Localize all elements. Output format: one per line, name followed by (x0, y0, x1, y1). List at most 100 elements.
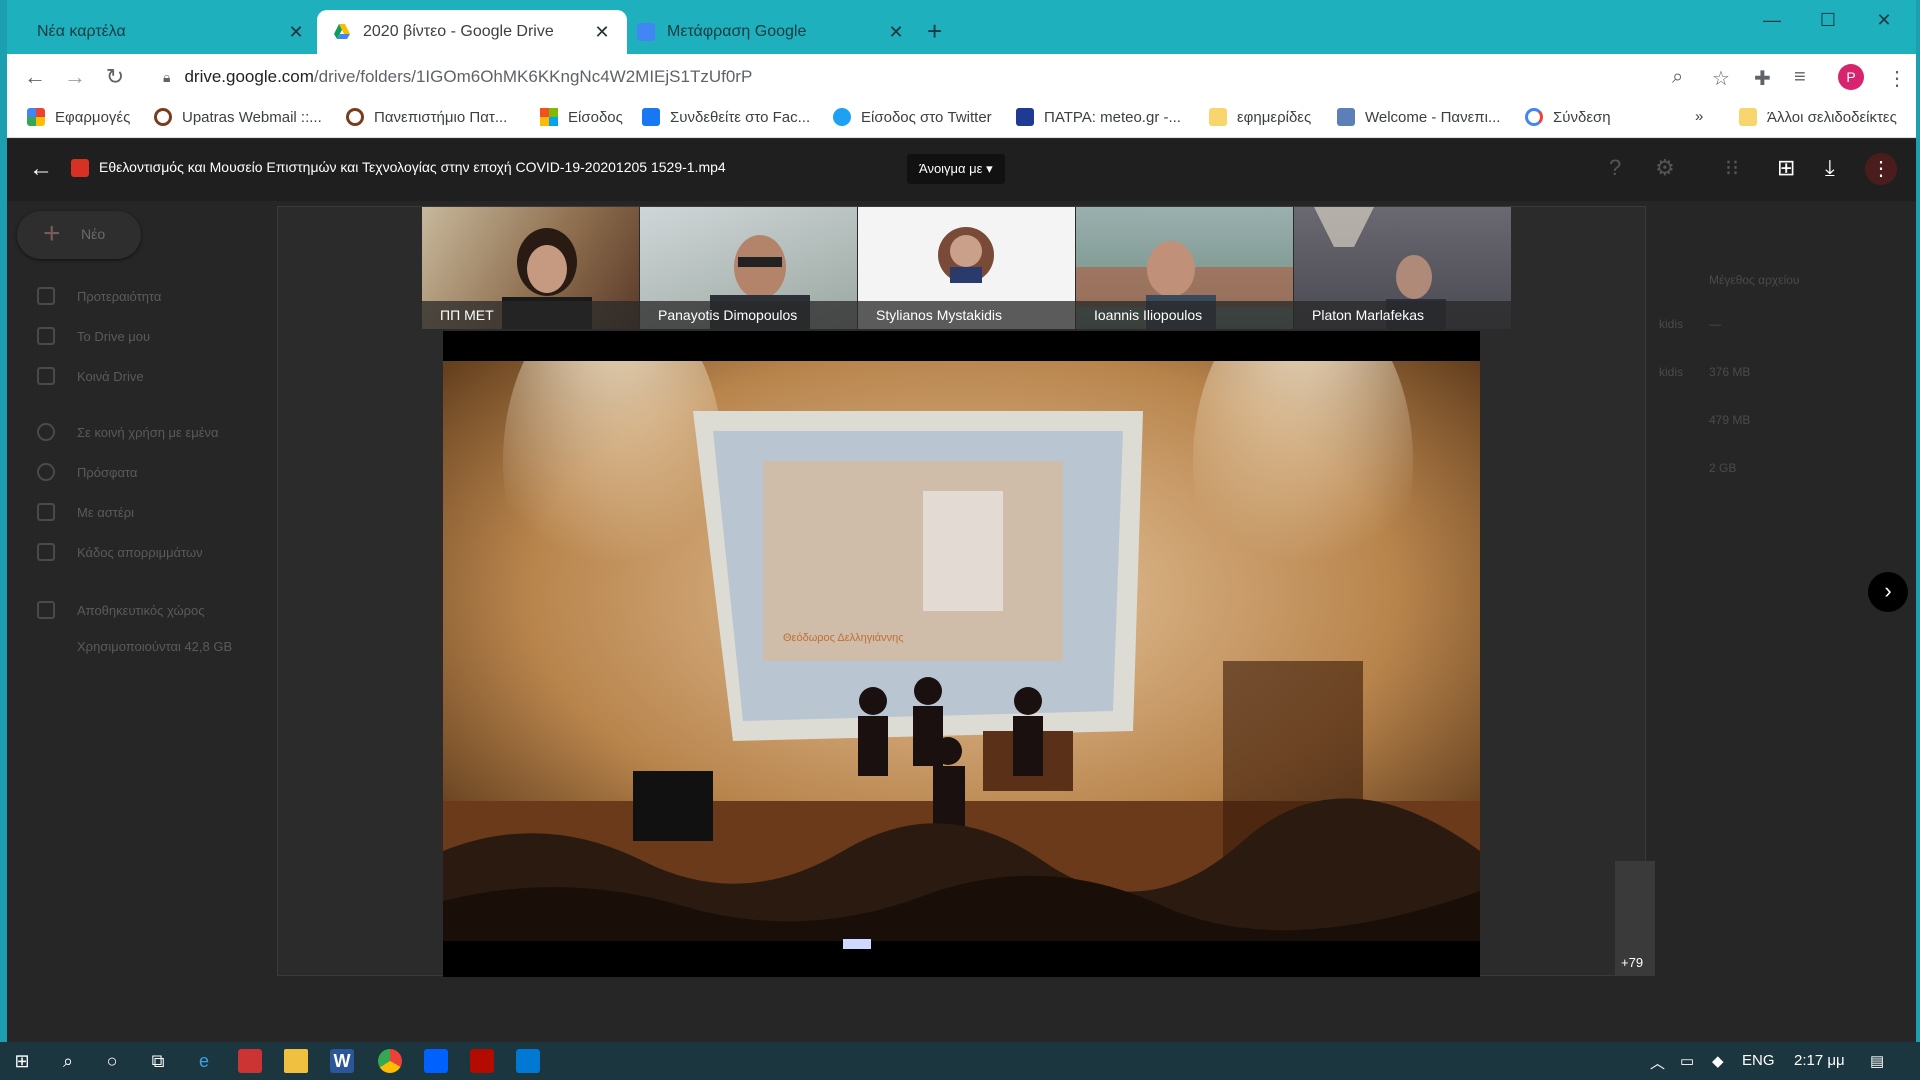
bookmark-google-signin[interactable]: Σύνδεση (1525, 108, 1611, 126)
storage-usage: Χρησιμοποιούνται 42,8 GB (77, 639, 233, 654)
close-window-button[interactable]: ✕ (1856, 0, 1912, 40)
windows-taskbar: ⊞ ⌕ ○ ⧉ e W ︿ ▭ ◆ ENG 2:17 μμ ▤ (0, 1042, 1920, 1080)
drive-sidebar: + Νέο Προτεραιότητα Το Drive μου Κοινά Dr… (7, 139, 247, 1042)
settings-icon[interactable]: ⚙ (1655, 155, 1675, 181)
microsoft-icon (540, 108, 558, 126)
bookmark-newspapers-folder[interactable]: εφημερίδες (1209, 108, 1311, 126)
next-file-button[interactable]: › (1868, 572, 1908, 612)
sidebar-item-starred[interactable]: Με αστέρι (77, 505, 134, 520)
concert-hall-scene: Θεόδωρος Δελληγιάννης (443, 331, 1480, 977)
windows-start-icon[interactable]: ⊞ (10, 1049, 34, 1073)
bookmark-apps[interactable]: Εφαρμογές (27, 108, 130, 126)
other-bookmarks[interactable]: Άλλοι σελιδοδείκτες (1739, 108, 1897, 126)
dropbox-tray-icon[interactable]: ◆ (1712, 1052, 1724, 1070)
main-video-stage: Θεόδωρος Δελληγιάννης (443, 331, 1480, 977)
welcome-icon (1337, 108, 1355, 126)
add-comment-icon[interactable]: ⊞ (1777, 155, 1795, 181)
browser-toolbar: ← → ↻ 🔒︎ drive.google.com/drive/folders/… (7, 54, 1916, 100)
edge-icon[interactable]: e (192, 1049, 216, 1073)
participant-tile: ΠΠ ΜΕΤ (422, 207, 639, 329)
sidebar-item-my-drive[interactable]: Το Drive μου (77, 329, 150, 344)
shared-drives-icon (37, 367, 55, 385)
apps-grid-icon (27, 108, 45, 126)
bookmarks-bar: Εφαρμογές Upatras Webmail ::... Πανεπιστ… (7, 100, 1916, 138)
sidebar-item-storage[interactable]: Αποθηκευτικός χώρος (77, 603, 205, 618)
trash-icon (37, 543, 55, 561)
battery-icon[interactable]: ▭ (1680, 1052, 1694, 1070)
bookmarks-overflow-button[interactable]: » (1695, 108, 1703, 125)
word-icon[interactable]: W (330, 1049, 354, 1073)
back-arrow-icon[interactable]: ← (29, 155, 53, 183)
tab-title: Μετάφραση Google (667, 23, 807, 40)
clock[interactable]: 2:17 μμ (1794, 1052, 1845, 1069)
extensions-icon[interactable]: ✚ (1754, 66, 1771, 91)
forward-button[interactable]: → (61, 64, 89, 90)
close-icon[interactable]: ✕ (885, 22, 907, 43)
zoom-icon[interactable]: ⌕ (1672, 66, 1683, 89)
video-file-icon (71, 159, 89, 177)
close-icon[interactable]: ✕ (285, 22, 307, 43)
bookmark-upatras-webmail[interactable]: Upatras Webmail ::... (154, 108, 322, 126)
file-explorer-icon[interactable] (284, 1049, 308, 1073)
sidebar-item-shared-drives[interactable]: Κοινά Drive (77, 369, 144, 384)
file-name: Εθελοντισμός και Μουσείο Επιστημών και Τ… (99, 159, 726, 175)
upatras-icon (154, 108, 172, 126)
notifications-icon[interactable]: ▤ (1870, 1052, 1884, 1070)
bookmark-twitter[interactable]: Είσοδος στο Twitter (833, 108, 992, 126)
tab-new-tab[interactable]: Νέα καρτέλα ✕ (21, 10, 321, 54)
row-size: 2 GB (1709, 461, 1737, 475)
participant-name: Panayotis Dimopoulos (640, 301, 857, 329)
task-view-icon[interactable]: ⧉ (146, 1049, 170, 1073)
sidebar-item-recent[interactable]: Πρόσφατα (77, 465, 137, 480)
minimize-button[interactable]: — (1744, 0, 1800, 40)
search-icon[interactable]: ⌕ (56, 1049, 80, 1073)
sidebar-item-shared-with-me[interactable]: Σε κοινή χρήση με εμένα (77, 425, 219, 440)
new-button[interactable]: + Νέο (17, 211, 141, 259)
bookmark-label: ΠΑΤΡΑ: meteo.gr -... (1044, 108, 1181, 126)
browser-window: Νέα καρτέλα ✕ 2020 βίντεο - Google Drive… (7, 0, 1916, 1042)
bookmark-label: Είσοδος (568, 108, 623, 126)
more-options-icon[interactable]: ⋮ (1865, 153, 1897, 185)
star-icon[interactable]: ☆ (1712, 66, 1730, 91)
dropbox-icon[interactable] (424, 1049, 448, 1073)
help-icon[interactable]: ? (1609, 155, 1621, 181)
menu-icon[interactable]: ⋮ (1887, 66, 1907, 91)
open-with-button[interactable]: Άνοιγμα με ▾ (907, 154, 1005, 184)
lock-icon: 🔒︎ (163, 68, 171, 85)
video-player[interactable]: ΠΠ ΜΕΤ Panayotis Dimopoulos Stylianos My… (277, 206, 1655, 977)
tab-title: Νέα καρτέλα (37, 23, 126, 40)
bookmark-upatras[interactable]: Πανεπιστήμιο Πατ... (346, 108, 507, 126)
download-icon[interactable]: ⤓ (1825, 155, 1835, 181)
language-indicator[interactable]: ENG (1742, 1052, 1775, 1069)
url-text: drive.google.com/drive/folders/1IGOm6OhM… (184, 67, 752, 87)
back-button[interactable]: ← (21, 64, 49, 90)
mail-icon[interactable] (516, 1049, 540, 1073)
cortana-icon[interactable]: ○ (100, 1049, 124, 1073)
tab-google-drive[interactable]: 2020 βίντεο - Google Drive ✕ (317, 10, 627, 54)
sidebar-item-trash[interactable]: Κάδος απορριμμάτων (77, 545, 203, 560)
address-bar[interactable]: 🔒︎ drive.google.com/drive/folders/1IGOm6… (147, 60, 1747, 94)
apps-icon[interactable]: ⁝⁝ (1725, 155, 1739, 181)
bookmark-microsoft[interactable]: Είσοδος (540, 108, 623, 126)
tab-title: 2020 βίντεο - Google Drive (363, 23, 554, 40)
facebook-icon (642, 108, 660, 126)
close-icon[interactable]: ✕ (591, 22, 613, 43)
reload-button[interactable]: ↻ (101, 64, 129, 90)
bookmark-welcome[interactable]: Welcome - Πανεπι... (1337, 108, 1500, 126)
chrome-icon[interactable] (378, 1049, 402, 1073)
tray-chevron-icon[interactable]: ︿ (1650, 1052, 1665, 1073)
tab-google-translate[interactable]: Μετάφραση Google ✕ (621, 10, 921, 54)
meteo-icon (1016, 108, 1034, 126)
pdf-app-icon[interactable] (238, 1049, 262, 1073)
bookmark-label: Συνδεθείτε στο Fac... (670, 108, 811, 126)
bookmark-meteo[interactable]: ΠΑΤΡΑ: meteo.gr -... (1016, 108, 1181, 126)
more-participants[interactable]: +79 (1615, 861, 1655, 976)
media-control-icon[interactable]: ≡ (1794, 66, 1806, 89)
new-tab-button[interactable]: + (927, 16, 942, 47)
sidebar-item-priority[interactable]: Προτεραιότητα (77, 289, 161, 304)
maximize-button[interactable]: ☐ (1800, 0, 1856, 40)
profile-avatar[interactable]: P (1838, 64, 1864, 90)
bookmark-facebook[interactable]: Συνδεθείτε στο Fac... (642, 108, 810, 126)
url-host: drive.google.com (184, 67, 314, 86)
acrobat-icon[interactable] (470, 1049, 494, 1073)
